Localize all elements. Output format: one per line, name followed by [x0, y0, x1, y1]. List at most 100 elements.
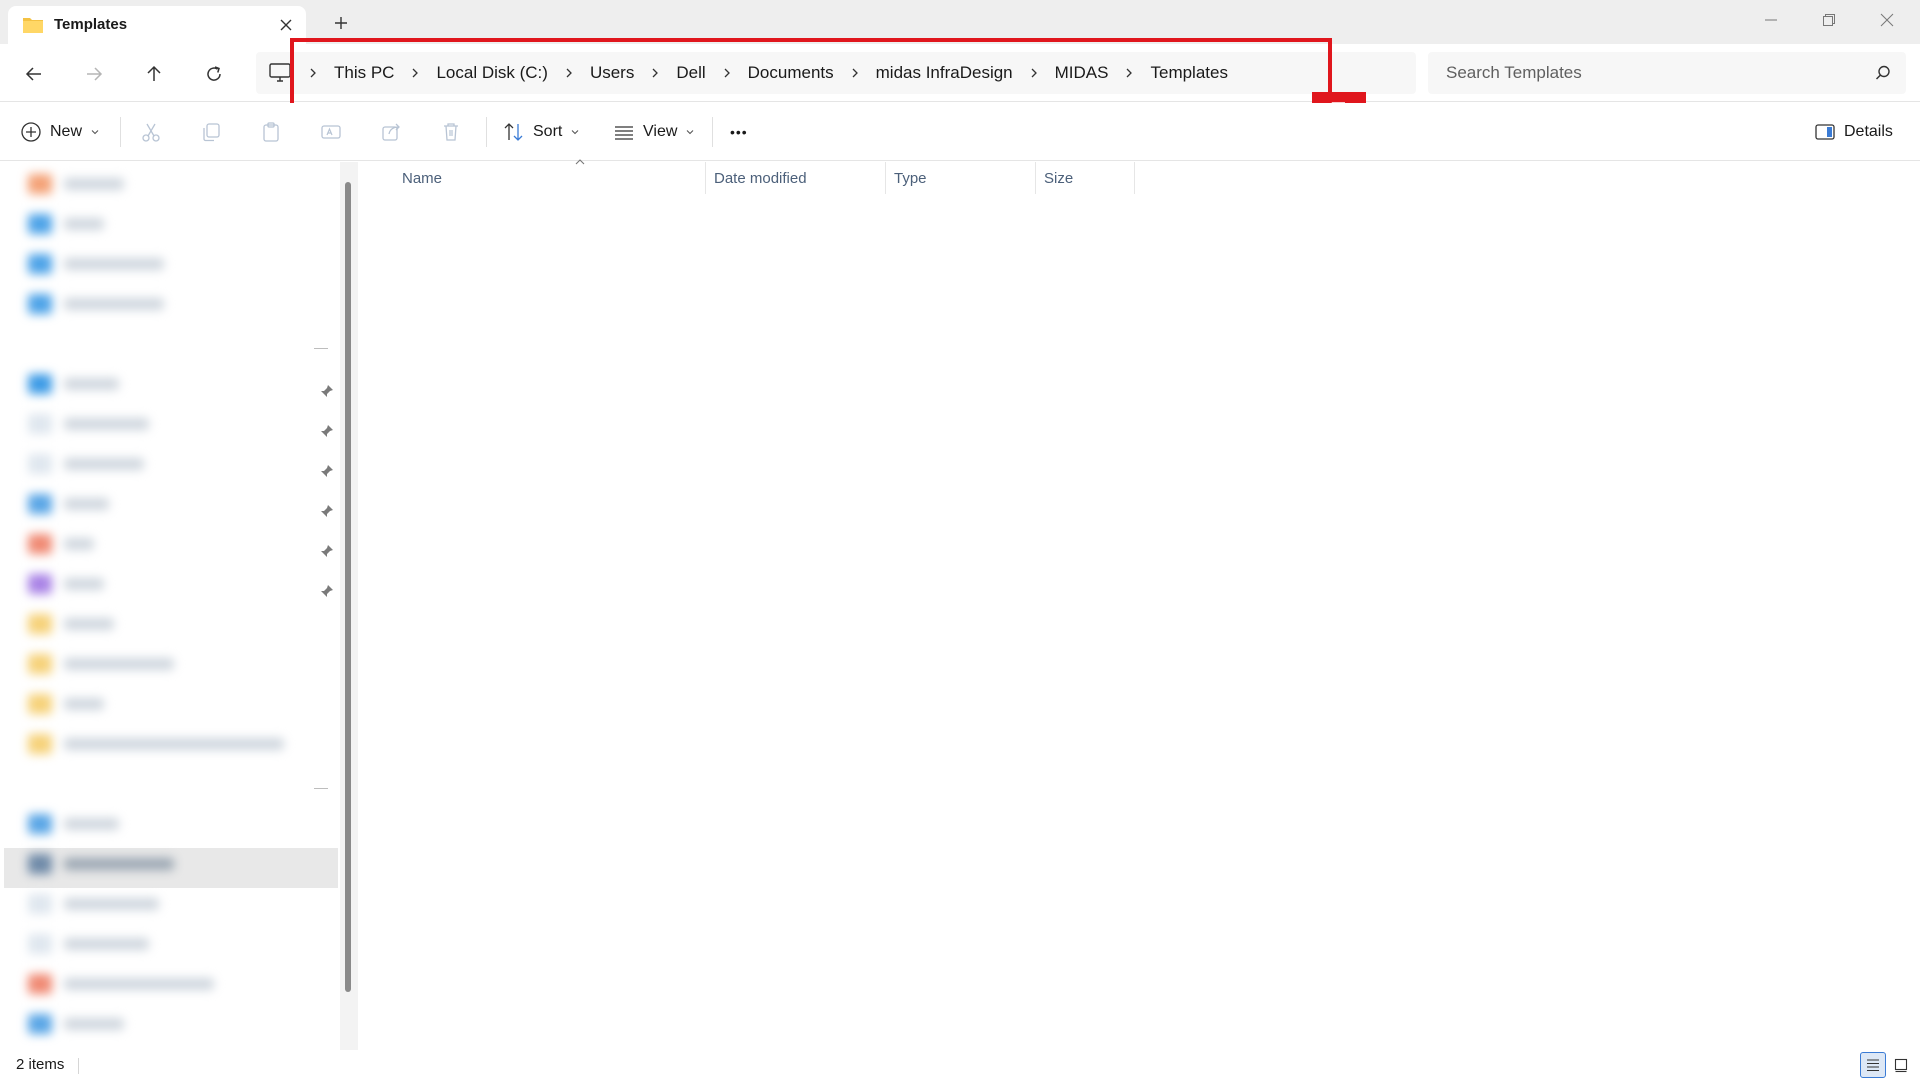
nav-item[interactable]	[28, 850, 174, 878]
nav-item[interactable]	[28, 370, 119, 398]
nav-item[interactable]	[28, 250, 164, 278]
column-header-size[interactable]: Size	[1035, 162, 1135, 194]
copy-icon	[203, 123, 220, 142]
pin-icon[interactable]	[318, 502, 336, 520]
nav-item[interactable]	[28, 450, 144, 478]
paste-button[interactable]	[258, 119, 284, 145]
arrow-up-icon	[147, 65, 161, 81]
nav-item[interactable]	[28, 930, 149, 958]
view-button[interactable]: View	[613, 113, 695, 151]
more-icon: •••	[730, 124, 748, 140]
pin-icon[interactable]	[318, 582, 336, 600]
plus-circle-icon	[21, 122, 41, 142]
nav-item[interactable]	[28, 210, 104, 238]
cut-button[interactable]	[138, 119, 164, 145]
restore-button[interactable]	[1800, 0, 1858, 40]
share-button[interactable]	[378, 119, 404, 145]
nav-item[interactable]	[28, 530, 94, 558]
navigation-scrollbar-thumb[interactable]	[345, 182, 351, 992]
chevron-right-icon[interactable]	[402, 52, 428, 94]
large-icons-view-button[interactable]	[1888, 1052, 1914, 1078]
breadcrumb-local-disk[interactable]: Local Disk (C:)	[428, 52, 555, 94]
close-window-button[interactable]	[1858, 0, 1916, 40]
chevron-right-icon[interactable]	[556, 52, 582, 94]
breadcrumb-this-pc[interactable]: This PC	[326, 52, 402, 94]
status-separator	[78, 1058, 79, 1074]
breadcrumb-documents[interactable]: Documents	[740, 52, 842, 94]
nav-item[interactable]	[28, 650, 174, 678]
close-icon	[280, 19, 292, 31]
nav-item[interactable]	[28, 490, 109, 518]
search-input[interactable]	[1428, 52, 1858, 94]
arrow-left-icon	[25, 67, 41, 81]
column-header-type[interactable]: Type	[885, 162, 1035, 194]
search-box[interactable]	[1428, 52, 1906, 94]
tiles-view-icon	[1894, 1058, 1908, 1073]
item-count: 2 items	[16, 1056, 65, 1073]
chevron-right-icon[interactable]	[714, 52, 740, 94]
close-tab-button[interactable]	[276, 15, 296, 35]
chevron-down-icon	[571, 130, 579, 135]
sort-button[interactable]: Sort	[503, 113, 580, 151]
pin-icon[interactable]	[318, 462, 336, 480]
chevron-right-icon[interactable]	[300, 52, 326, 94]
breadcrumb-midas[interactable]: MIDAS	[1047, 52, 1117, 94]
nav-item[interactable]	[28, 1010, 124, 1038]
command-separator	[486, 117, 487, 147]
new-button[interactable]: New	[20, 113, 100, 151]
address-row: This PC Local Disk (C:) Users Dell Docum…	[0, 44, 1920, 102]
details-view-button[interactable]	[1860, 1052, 1886, 1078]
tab-templates[interactable]: Templates	[8, 6, 306, 44]
nav-item[interactable]	[28, 570, 104, 598]
breadcrumb-dell[interactable]: Dell	[668, 52, 713, 94]
file-list[interactable]: Name Date modified Type Size	[360, 159, 1920, 1050]
breadcrumb-templates[interactable]: Templates	[1142, 52, 1235, 94]
up-button[interactable]	[138, 58, 170, 90]
details-button-label: Details	[1844, 123, 1893, 140]
nav-item[interactable]	[28, 730, 284, 758]
copy-button[interactable]	[198, 119, 224, 145]
nav-divider	[314, 348, 328, 349]
navigation-pane[interactable]	[0, 162, 340, 1050]
pin-icon[interactable]	[318, 382, 336, 400]
nav-item[interactable]	[28, 170, 124, 198]
arrow-right-icon	[87, 67, 103, 81]
delete-button[interactable]	[438, 119, 464, 145]
rename-icon	[321, 125, 341, 139]
close-icon	[1880, 13, 1894, 27]
nav-item[interactable]	[28, 690, 104, 718]
command-separator	[120, 117, 121, 147]
details-pane-button[interactable]: Details	[1814, 113, 1893, 151]
chevron-right-icon[interactable]	[1116, 52, 1142, 94]
chevron-right-icon[interactable]	[1021, 52, 1047, 94]
breadcrumb-midas-infradesign[interactable]: midas InfraDesign	[868, 52, 1021, 94]
chevron-right-icon[interactable]	[642, 52, 668, 94]
more-options-button[interactable]: •••	[730, 113, 748, 151]
column-header-date-modified[interactable]: Date modified	[705, 162, 885, 194]
this-pc-icon	[269, 63, 291, 82]
breadcrumb-users[interactable]: Users	[582, 52, 642, 94]
column-size-label: Size	[1044, 169, 1074, 187]
refresh-button[interactable]	[198, 58, 230, 90]
nav-item[interactable]	[28, 970, 214, 998]
rename-button[interactable]	[318, 119, 344, 145]
nav-item[interactable]	[28, 410, 149, 438]
minimize-button[interactable]	[1742, 0, 1800, 40]
nav-item[interactable]	[28, 610, 114, 638]
details-pane-icon	[1815, 124, 1835, 140]
new-tab-button[interactable]	[328, 10, 354, 36]
column-type-label: Type	[894, 169, 927, 187]
search-icon[interactable]	[1874, 64, 1892, 82]
chevron-right-icon[interactable]	[842, 52, 868, 94]
column-header-name[interactable]: Name	[394, 159, 705, 194]
nav-item[interactable]	[28, 810, 119, 838]
folder-icon	[23, 18, 43, 33]
forward-button[interactable]	[78, 58, 110, 90]
pin-icon[interactable]	[318, 542, 336, 560]
address-bar[interactable]: This PC Local Disk (C:) Users Dell Docum…	[256, 52, 1416, 94]
nav-item[interactable]	[28, 890, 159, 918]
nav-item[interactable]	[28, 290, 164, 318]
pin-icon[interactable]	[318, 422, 336, 440]
share-icon	[382, 123, 400, 141]
back-button[interactable]	[18, 58, 50, 90]
